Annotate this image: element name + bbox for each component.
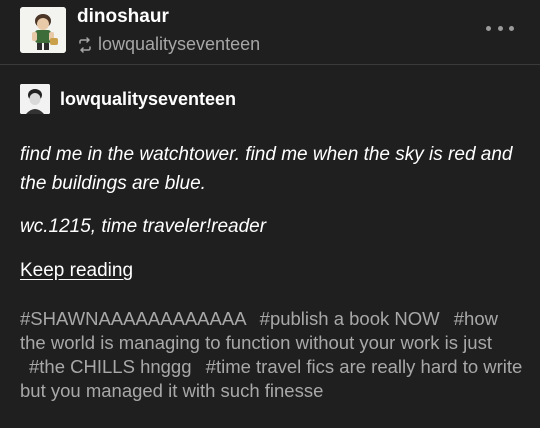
reblogged-from: lowqualityseventeen	[77, 34, 260, 55]
reblogger-avatar[interactable]	[20, 7, 66, 53]
more-options-button[interactable]	[486, 20, 514, 36]
reblogged-from-username[interactable]: lowqualityseventeen	[98, 34, 260, 55]
source-avatar[interactable]	[20, 84, 50, 114]
reblogger-username[interactable]: dinoshaur	[77, 6, 169, 28]
tumblr-post: dinoshaur lowqualityseventeen lowquality…	[0, 0, 540, 428]
post-body-paragraph: wc.1215, time traveler!reader	[20, 216, 267, 237]
source-avatar-image	[20, 84, 50, 114]
tag-link[interactable]: #publish a book NOW	[260, 308, 440, 329]
more-options-icon	[486, 25, 491, 31]
source-header: lowqualityseventeen	[20, 84, 236, 114]
tag-link[interactable]: #the CHILLS hnggg	[29, 356, 192, 377]
reblogger-avatar-image	[20, 7, 66, 53]
source-username[interactable]: lowqualityseventeen	[60, 89, 236, 110]
reblog-icon	[77, 36, 93, 53]
post-header: dinoshaur lowqualityseventeen	[0, 0, 540, 65]
keep-reading-link[interactable]: Keep reading	[20, 260, 133, 282]
tag-link[interactable]: #SHAWNAAAAAAAAAAAA	[20, 308, 246, 329]
post-tags: #SHAWNAAAAAAAAAAAA #publish a book NOW #…	[20, 307, 525, 403]
post-body-paragraph: find me in the watchtower. find me when …	[20, 144, 513, 194]
